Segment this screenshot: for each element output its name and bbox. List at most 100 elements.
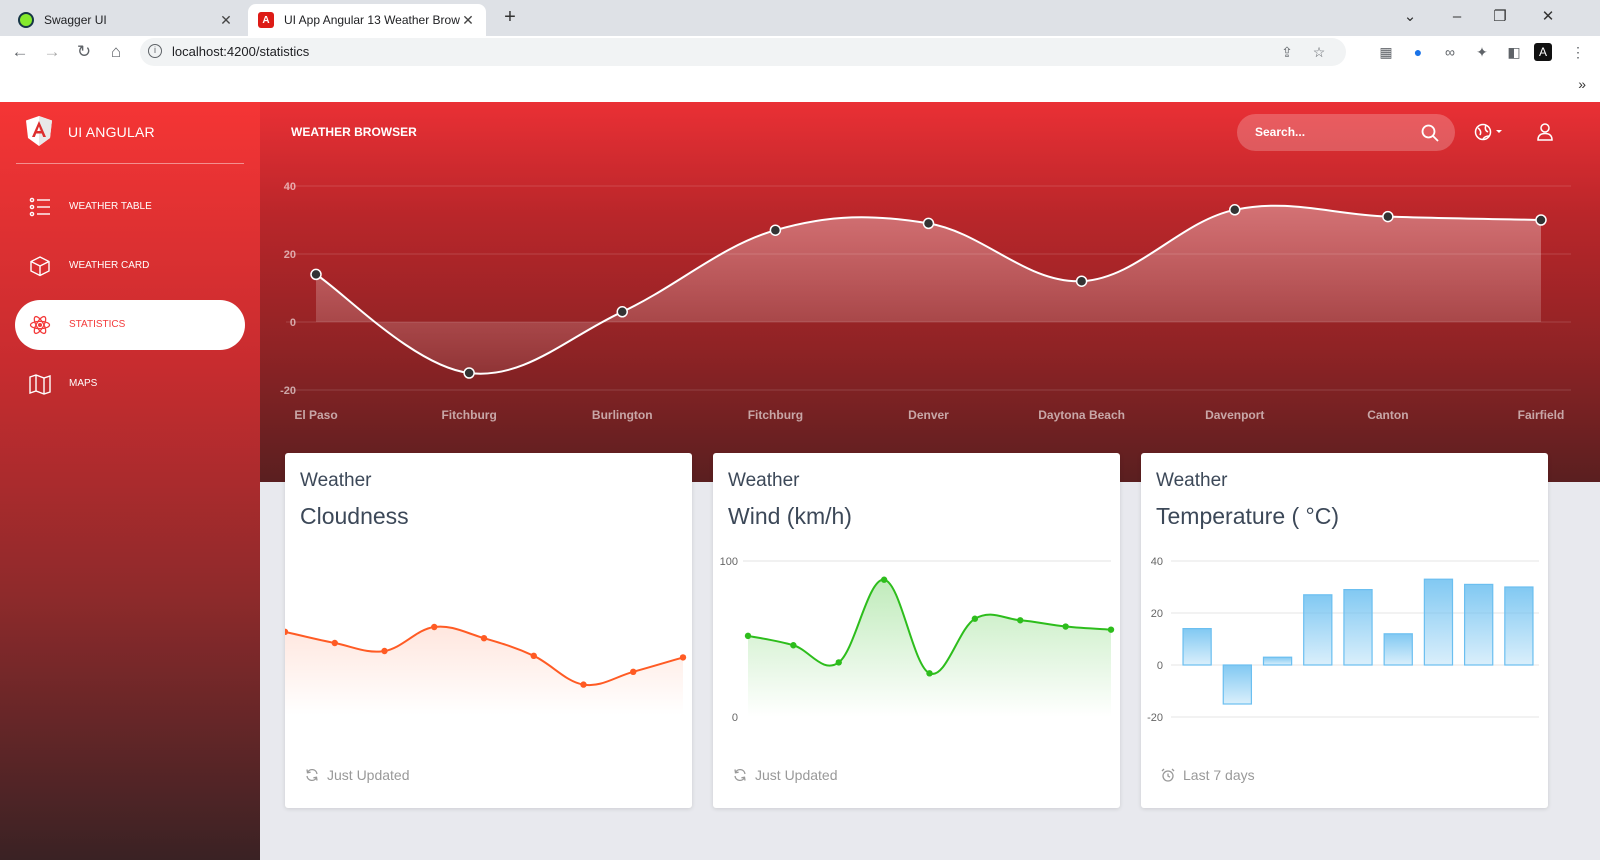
card-title: Cloudness [300,503,409,529]
swagger-favicon-icon [18,12,34,28]
temperature-chart: -20 0 20 40 [1147,556,1539,724]
user-profile-icon[interactable] [1535,122,1555,142]
search-icon[interactable] [1421,124,1439,142]
extension-glasses-icon[interactable]: ∞ [1438,40,1462,64]
y-tick-label: 0 [732,712,738,724]
extension-grid-icon[interactable]: ▦ [1374,40,1398,64]
bookmark-star-icon[interactable]: ☆ [1310,43,1328,61]
data-point [616,306,628,318]
tab-title: UI App Angular 13 Weather Browser [284,13,460,27]
map-icon [29,374,51,395]
brand[interactable]: UI ANGULAR [16,102,244,164]
temperature-card: Weather Temperature ( °C) -20 0 20 40 Last … [1141,453,1548,808]
data-point [1107,626,1115,633]
card-footer-text: Just Updated [327,767,410,783]
card-category: Weather [300,470,372,491]
sidebar-item-statistics[interactable]: STATISTICS [15,300,245,350]
side-panel-icon[interactable]: ◧ [1502,40,1526,64]
y-tick-label: 0 [1157,660,1163,672]
browser-tab-swagger[interactable]: Swagger UI ✕ [8,4,244,36]
x-tick-label: Canton [1367,408,1408,422]
bar [1222,664,1253,705]
data-point [744,632,752,640]
alarm-clock-icon [1161,768,1175,782]
card-footer: Last 7 days [1161,767,1255,783]
bar [1343,588,1373,666]
card-category: Weather [1156,470,1228,491]
data-point [1017,617,1024,624]
share-icon[interactable]: ⇪ [1278,43,1296,61]
bookmarks-bar: » [0,68,1600,102]
language-globe-icon[interactable] [1474,122,1510,142]
refresh-icon [306,768,318,782]
url-text: localhost:4200/statistics [172,44,310,59]
y-tick-label: 20 [1151,608,1163,620]
data-point [1062,623,1069,630]
angular-favicon-icon: A [258,12,274,28]
address-bar[interactable]: i localhost:4200/statistics ⇪ ☆ [140,38,1346,66]
x-tick-label: Davenport [1205,408,1264,422]
x-tick-label: Denver [908,408,949,422]
sidebar-item-label: WEATHER CARD [69,260,150,271]
tab-search-icon[interactable]: ⌄ [1398,6,1422,30]
bar [1504,586,1534,666]
browser-tab-bar: Swagger UI ✕ A UI App Angular 13 Weather… [0,0,1600,36]
sidebar-item-label: WEATHER TABLE [69,201,152,212]
data-point [1535,214,1547,226]
browser-toolbar: ← → ↻ ⌂ i localhost:4200/statistics ⇪ ☆ … [0,36,1600,68]
close-tab-icon[interactable]: ✕ [218,12,234,29]
sidebar-item-maps[interactable]: MAPS [15,359,245,409]
data-point [530,652,537,659]
page-title: WEATHER BROWSER [291,125,417,139]
extensions-puzzle-icon[interactable]: ✦ [1470,40,1494,64]
card-category: Weather [728,470,800,491]
sidebar-item-label: MAPS [69,378,98,389]
x-tick-label: Fitchburg [748,408,803,422]
close-tab-icon[interactable]: ✕ [460,12,476,29]
profile-avatar-icon[interactable]: A [1534,43,1552,61]
data-point [835,659,842,666]
data-point [790,642,797,649]
main-weather-chart: -20 0 20 40 El Paso Fitchburg Burlington Fitchb… [280,181,1571,422]
y-tick-label: 100 [720,556,738,568]
data-point [331,639,338,647]
browser-menu-icon[interactable]: ⋮ [1566,40,1590,64]
wind-card: Weather Wind (km/h) 0 100 Just Updated [713,453,1120,808]
cloudness-card: Weather Cloudness Just Updated [285,453,692,808]
data-point [463,367,475,379]
minimize-icon[interactable]: – [1445,6,1469,30]
data-point [1382,210,1394,223]
card-title: Wind (km/h) [728,503,852,529]
data-point [580,681,587,688]
close-window-icon[interactable]: ✕ [1536,6,1560,30]
cloudness-chart [285,623,687,715]
bar [1423,578,1454,666]
data-point [880,576,888,583]
x-tick-label: El Paso [294,408,337,422]
sidebar-item-weather-table[interactable]: WEATHER TABLE [15,182,245,232]
list-icon [29,197,50,217]
new-tab-button[interactable]: + [498,6,522,30]
data-point [630,668,637,675]
back-icon[interactable]: ← [8,40,32,64]
home-icon[interactable]: ⌂ [104,40,128,64]
browser-tab-angular[interactable]: A UI App Angular 13 Weather Browser ✕ [248,4,486,36]
search-input[interactable] [1255,123,1415,141]
tab-title: Swagger UI [44,13,107,27]
y-tick-label: 40 [1151,556,1163,568]
x-tick-label: Burlington [592,408,653,422]
cube-icon [30,256,50,277]
reload-icon[interactable]: ↻ [72,40,96,64]
app-root: UI ANGULAR WEATHER TABLE WEATHER CARD ST… [0,102,1600,860]
site-info-icon[interactable]: i [148,44,162,58]
card-title: Temperature ( °C) [1156,503,1340,529]
more-bookmarks-icon[interactable]: » [1578,76,1586,92]
y-tick-label: 20 [284,249,296,261]
restore-icon[interactable]: ❐ [1488,6,1512,30]
forward-icon[interactable]: → [40,40,64,64]
search-box [1237,114,1455,151]
bar [1303,594,1333,666]
sidebar-item-weather-card[interactable]: WEATHER CARD [15,241,245,291]
angular-logo-icon [26,116,52,146]
extension-translate-icon[interactable]: ● [1406,40,1430,64]
